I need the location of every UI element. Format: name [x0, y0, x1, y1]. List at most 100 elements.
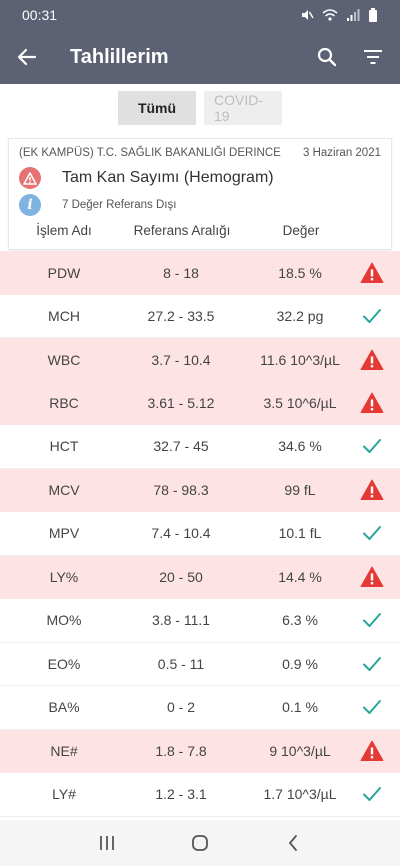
table-row[interactable]: RBC 3.61 - 5.12 3.5 10^6/µL	[0, 381, 400, 425]
check-icon	[363, 308, 381, 323]
row-range: 1.8 - 7.8	[155, 743, 207, 760]
institution-name: (EK KAMPÜS) T.C. SAĞLIK BAKANLIĞI DERINC…	[19, 147, 281, 159]
row-name: MPV	[48, 525, 80, 542]
filter-icon	[364, 50, 382, 64]
row-name: LY%	[49, 569, 79, 586]
arrow-back-icon	[17, 48, 37, 66]
filter-tabs: Tümü COVID-19	[0, 84, 400, 132]
row-name: BA%	[48, 699, 80, 716]
out-of-range-row: i 7 Değer Referans Dışı	[19, 194, 176, 216]
search-icon	[317, 47, 337, 67]
home-button[interactable]	[180, 823, 220, 863]
warning-icon	[360, 392, 384, 414]
row-value: 3.5 10^6/µL	[263, 395, 337, 412]
row-value: 18.5 %	[278, 264, 322, 281]
signal-icon	[347, 9, 360, 21]
wifi-icon	[322, 9, 338, 21]
status-bar: 00:31	[0, 0, 400, 30]
row-range: 3.7 - 10.4	[151, 351, 211, 368]
back-nav-button[interactable]	[273, 823, 313, 863]
test-title-row: Tam Kan Sayımı (Hemogram)	[19, 167, 274, 189]
table-row[interactable]: NE# 1.8 - 7.8 9 10^3/µL	[0, 729, 400, 773]
row-name: MCV	[48, 482, 80, 499]
header-name: İşlem Adı	[36, 223, 92, 238]
row-value: 11.6 10^3/µL	[260, 351, 340, 368]
warning-icon	[360, 566, 384, 588]
home-icon	[192, 835, 208, 851]
row-value: 99 fL	[284, 482, 316, 499]
tab-covid[interactable]: COVID-19	[204, 91, 282, 125]
header-value: Değer	[282, 223, 320, 238]
row-range: 27.2 - 33.5	[147, 307, 215, 324]
row-range: 0.5 - 11	[157, 655, 205, 672]
warning-icon	[360, 349, 384, 370]
row-name: LY#	[52, 786, 76, 803]
info-icon: i	[19, 194, 41, 216]
row-range: 1.2 - 3.1	[155, 786, 207, 803]
row-value: 34.6 %	[278, 438, 322, 455]
table-row[interactable]: MO% 3.8 - 11.1 6.3 %	[0, 599, 400, 643]
row-range: 8 - 18	[163, 264, 199, 281]
header-range: Referans Aralığı	[133, 223, 231, 238]
table-row[interactable]: HCT 32.7 - 45 34.6 %	[0, 425, 400, 469]
test-name: Tam Kan Sayımı (Hemogram)	[62, 169, 274, 186]
row-value: 9 10^3/µL	[269, 743, 331, 760]
row-value: 1.7 10^3/µL	[263, 786, 337, 803]
test-summary-card[interactable]: (EK KAMPÜS) T.C. SAĞLIK BAKANLIĞI DERINC…	[8, 138, 392, 250]
row-range: 3.8 - 11.1	[151, 612, 211, 629]
warning-icon	[360, 262, 384, 283]
table-row[interactable]: WBC 3.7 - 10.4 11.6 10^3/µL	[0, 338, 400, 382]
check-icon	[363, 656, 381, 671]
row-value: 10.1 fL	[278, 525, 322, 542]
row-range: 7.4 - 10.4	[151, 525, 211, 542]
row-range: 32.7 - 45	[153, 438, 209, 455]
check-icon	[363, 787, 381, 802]
status-icons	[300, 8, 378, 22]
row-name: WBC	[47, 351, 81, 368]
row-name: HCT	[49, 438, 79, 455]
table-row[interactable]: LY% 20 - 50 14.4 %	[0, 555, 400, 599]
filter-button[interactable]	[350, 30, 396, 84]
chevron-left-icon	[289, 835, 298, 851]
back-button[interactable]	[0, 30, 54, 84]
table-row[interactable]: EO% 0.5 - 11 0.9 %	[0, 642, 400, 686]
row-range: 0 - 2	[166, 699, 196, 716]
table-row[interactable]: PDW 8 - 18 18.5 %	[0, 251, 400, 295]
table-row[interactable]: BA% 0 - 2 0.1 %	[0, 686, 400, 730]
recent-apps-button[interactable]	[87, 823, 127, 863]
row-range: 3.61 - 5.12	[147, 395, 215, 412]
card-header: (EK KAMPÜS) T.C. SAĞLIK BAKANLIĞI DERINC…	[19, 147, 381, 159]
row-value: 6.3 %	[282, 612, 318, 629]
app-bar: Tahlillerim	[0, 30, 400, 84]
warning-icon	[360, 479, 384, 501]
row-name: EO%	[47, 655, 81, 672]
row-value: 0.9 %	[282, 655, 318, 672]
page-title: Tahlillerim	[70, 45, 169, 68]
row-name: MCH	[48, 307, 80, 324]
status-time: 00:31	[22, 7, 58, 23]
check-icon	[363, 700, 381, 715]
system-nav-bar	[0, 820, 400, 866]
battery-icon	[369, 8, 377, 22]
results-table: PDW 8 - 18 18.5 % MCH 27.2 - 33.5 32.2 pg WBC 3…	[0, 251, 400, 817]
table-row[interactable]: LY# 1.2 - 3.1 1.7 10^3/µL	[0, 773, 400, 817]
out-of-range-count: 7 Değer Referans Dışı	[62, 199, 177, 211]
table-row[interactable]: MPV 7.4 - 10.4 10.1 fL	[0, 512, 400, 556]
row-name: RBC	[49, 395, 79, 412]
row-value: 0.1 %	[282, 699, 318, 716]
table-row[interactable]: MCV 78 - 98.3 99 fL	[0, 468, 400, 512]
check-icon	[363, 613, 381, 628]
row-name: MO%	[46, 612, 82, 629]
warning-badge-icon	[19, 167, 41, 189]
row-range: 78 - 98.3	[153, 482, 209, 499]
table-header: İşlem Adı Referans Aralığı Değer	[9, 223, 393, 249]
tab-all[interactable]: Tümü	[118, 91, 196, 125]
row-name: NE#	[50, 743, 78, 760]
row-value: 32.2 pg	[276, 307, 324, 324]
recent-apps-icon	[99, 836, 114, 850]
row-value: 14.4 %	[278, 569, 322, 586]
check-icon	[363, 526, 381, 541]
warning-icon	[360, 740, 384, 762]
table-row[interactable]: MCH 27.2 - 33.5 32.2 pg	[0, 294, 400, 338]
search-button[interactable]	[304, 30, 350, 84]
